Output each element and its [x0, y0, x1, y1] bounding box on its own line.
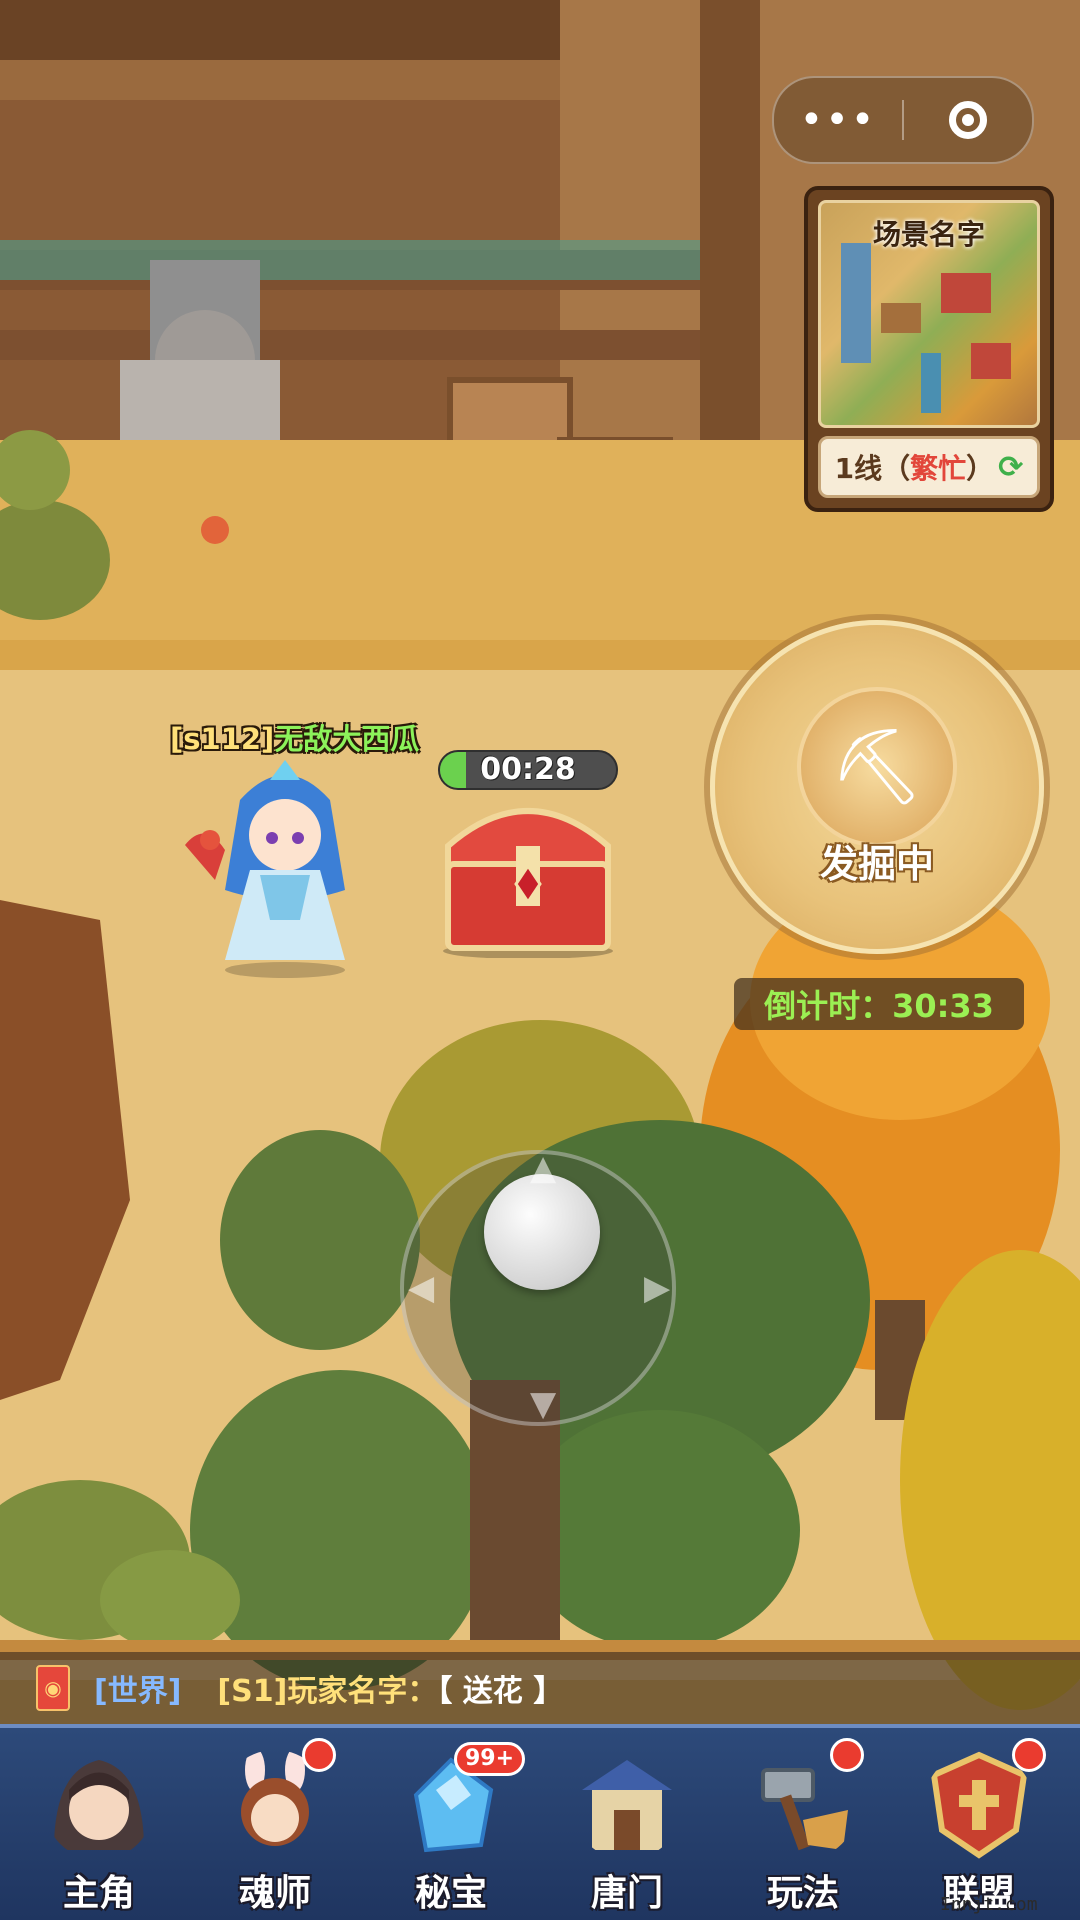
red-packet-icon[interactable]: ◉	[36, 1665, 70, 1711]
chat-content: 【 送花 】	[437, 1674, 564, 1709]
server-tag: [s112]	[170, 722, 275, 756]
minimap-river	[921, 353, 941, 413]
minimap-title: 场景名字	[872, 218, 985, 251]
nav-label: 玩法	[766, 1873, 839, 1914]
server-line-button[interactable]: 1线（ 繁忙 ） ⟳	[818, 436, 1040, 498]
hero-portrait-icon	[54, 1760, 144, 1850]
chat-sender: [S1]玩家名字：	[217, 1674, 438, 1709]
player-character[interactable]	[180, 760, 390, 980]
notification-dot	[1012, 1738, 1046, 1772]
more-dots-icon[interactable]: •••	[774, 78, 902, 162]
arrow-down-icon: ▼	[530, 1384, 557, 1424]
watermark: Innjt.com	[940, 1894, 1038, 1915]
arrow-left-icon: ◀	[408, 1268, 435, 1308]
game-scene[interactable]: ••• 场景名字 1线（ 繁忙 ） ⟳ ⛏ 发掘中 倒计时：30:33 [s11…	[0, 0, 1080, 1920]
minimap-building	[881, 303, 921, 333]
nav-item-tang-sect[interactable]: 唐门	[542, 1728, 712, 1920]
player-name: 无敌大西瓜	[274, 722, 420, 756]
minimap-panel: 场景名字 1线（ 繁忙 ） ⟳	[804, 186, 1054, 512]
arrow-right-icon: ▶	[644, 1268, 671, 1308]
chat-bar[interactable]: ◉ [世界] [S1]玩家名字：【 送花 】	[0, 1652, 1080, 1724]
notification-dot	[302, 1738, 336, 1772]
line-prefix: 1线（	[834, 452, 911, 485]
shovel-icon: ⛏	[797, 687, 957, 847]
virtual-joystick[interactable]: ▲ ▼ ◀ ▶	[400, 1148, 676, 1426]
notification-dot	[830, 1738, 864, 1772]
nav-label: 魂师	[238, 1873, 311, 1914]
chat-message: [S1]玩家名字：【 送花 】	[217, 1666, 563, 1710]
nav-item-alliance[interactable]: 联盟	[894, 1728, 1064, 1920]
line-suffix: ）	[966, 452, 995, 485]
joystick-knob[interactable]	[484, 1174, 600, 1290]
count-badge: 99+	[454, 1742, 526, 1776]
close-button[interactable]	[904, 101, 1032, 139]
dig-label: 发掘中	[819, 842, 934, 886]
nav-item-treasure[interactable]: 秘宝 99+	[366, 1728, 536, 1920]
mini-program-capsule: •••	[772, 76, 1034, 164]
minimap-building	[941, 273, 991, 313]
arrow-up-icon: ▲	[530, 1148, 557, 1188]
target-circle-icon	[949, 101, 987, 139]
chest-timer-bar: 00:28	[438, 750, 618, 790]
nav-item-soul-master[interactable]: 魂师	[190, 1728, 360, 1920]
nav-label: 唐门	[590, 1873, 663, 1914]
minimap-building	[971, 343, 1011, 379]
nav-item-gameplay[interactable]: 玩法	[718, 1728, 888, 1920]
tang-sect-gate-icon	[582, 1760, 672, 1850]
line-status: 繁忙	[910, 452, 967, 485]
minimap[interactable]: 场景名字	[818, 200, 1040, 428]
chest-timer-text: 00:28	[480, 752, 576, 787]
refresh-icon: ⟳	[998, 449, 1024, 485]
dig-button[interactable]: ⛏ 发掘中	[710, 620, 1044, 954]
nav-label: 秘宝	[414, 1873, 487, 1914]
countdown-timer: 倒计时：30:33	[734, 978, 1024, 1030]
bottom-nav: 主角 魂师 秘宝 99+ 唐门 玩法 联盟	[0, 1724, 1080, 1920]
player-name-tag: [s112]无敌大西瓜	[170, 716, 419, 758]
chat-channel: [世界]	[94, 1674, 182, 1709]
treasure-chest[interactable]	[428, 786, 628, 958]
nav-label: 主角	[62, 1873, 135, 1914]
nav-item-hero[interactable]: 主角	[14, 1728, 184, 1920]
minimap-river	[841, 243, 871, 363]
